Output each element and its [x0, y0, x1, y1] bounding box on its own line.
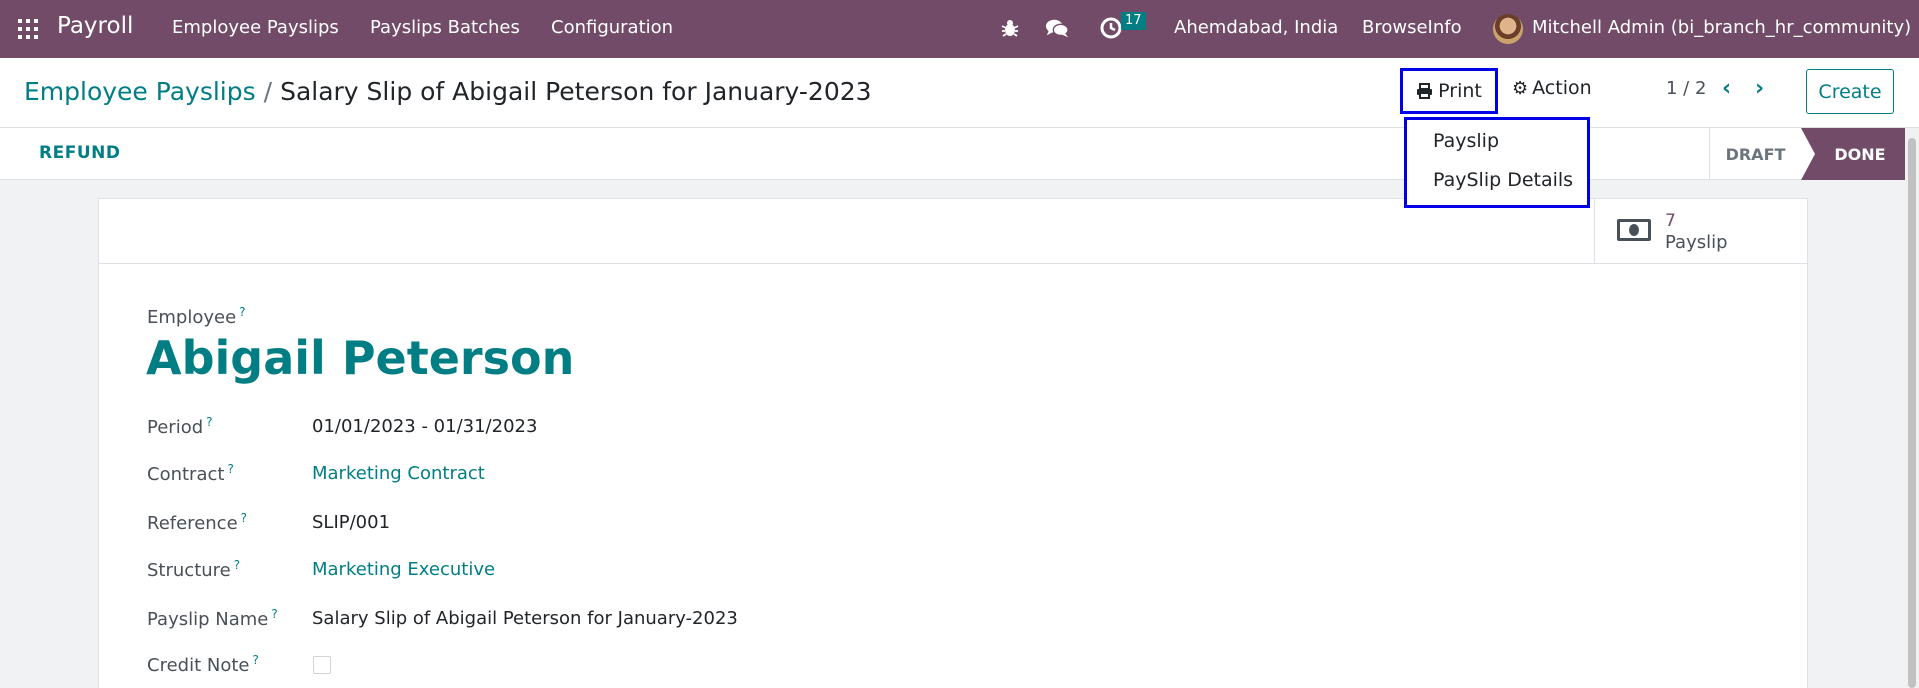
credit-note-label: Credit Note?	[147, 653, 259, 676]
control-panel: Employee Payslips / Salary Slip of Abigail…	[0, 58, 1919, 128]
breadcrumb-separator: /	[263, 77, 273, 106]
breadcrumb: Employee Payslips / Salary Slip of Abigail…	[24, 77, 872, 106]
reference-label: Reference?	[147, 511, 248, 534]
contract-label: Contract?	[147, 462, 234, 485]
employee-name[interactable]: Abigail Peterson	[146, 331, 574, 385]
status-bar: REFUND DRAFT DONE	[0, 128, 1905, 180]
bug-icon[interactable]	[998, 16, 1022, 40]
gear-icon: ⚙	[1512, 77, 1529, 99]
menu-configuration[interactable]: Configuration	[551, 17, 673, 38]
menu-employee-payslips[interactable]: Employee Payslips	[172, 17, 339, 38]
pager-value[interactable]: 1 / 2	[1666, 78, 1706, 99]
clock-icon[interactable]	[1099, 16, 1123, 40]
chevron-right-icon[interactable]: ›	[1755, 76, 1764, 101]
help-icon[interactable]: ?	[227, 462, 233, 476]
user-avatar[interactable]	[1493, 14, 1523, 44]
help-icon[interactable]: ?	[252, 653, 258, 667]
print-menu-item-payslip[interactable]: Payslip	[1433, 130, 1499, 152]
menu-payslips-batches[interactable]: Payslips Batches	[370, 17, 520, 38]
help-icon[interactable]: ?	[234, 558, 240, 572]
print-button[interactable]: Print	[1400, 68, 1498, 114]
chevron-left-icon[interactable]: ‹	[1722, 76, 1731, 101]
print-dropdown-menu: Payslip PaySlip Details	[1404, 117, 1590, 208]
period-value[interactable]: 01/01/2023 - 01/31/2023	[312, 416, 537, 437]
print-menu-item-payslip-details[interactable]: PaySlip Details	[1433, 169, 1573, 191]
help-icon[interactable]: ?	[206, 415, 212, 429]
top-navbar: Payroll Employee Payslips Payslips Batch…	[0, 0, 1919, 58]
payslip-name-label: Payslip Name?	[147, 607, 278, 630]
chat-icon[interactable]	[1045, 16, 1069, 40]
user-menu[interactable]: Mitchell Admin (bi_branch_hr_community)	[1532, 17, 1911, 38]
breadcrumb-parent-link[interactable]: Employee Payslips	[24, 77, 256, 106]
help-icon[interactable]: ?	[239, 305, 245, 319]
action-button-label: Action	[1532, 77, 1592, 99]
scrollbar[interactable]	[1905, 128, 1919, 688]
status-draft[interactable]: DRAFT	[1709, 128, 1801, 180]
form-sheet: 7 Payslip Employee? Abigail Peterson Per…	[98, 198, 1808, 688]
credit-note-checkbox[interactable]	[313, 656, 331, 674]
money-icon	[1617, 219, 1651, 241]
app-name[interactable]: Payroll	[57, 13, 133, 39]
payslip-count: 7	[1665, 211, 1676, 231]
company-switcher[interactable]: Ahemdabad, India	[1174, 17, 1338, 38]
period-label: Period?	[147, 415, 213, 438]
action-button[interactable]: ⚙ Action	[1512, 77, 1592, 99]
employee-label: Employee?	[147, 305, 246, 328]
help-icon[interactable]: ?	[241, 511, 247, 525]
database-name[interactable]: BrowseInfo	[1362, 17, 1462, 38]
contract-link[interactable]: Marketing Contract	[312, 463, 485, 484]
printer-icon	[1417, 83, 1433, 99]
payslip-smart-button[interactable]: 7 Payslip	[1594, 199, 1807, 264]
structure-link[interactable]: Marketing Executive	[312, 559, 495, 580]
payslip-count-label: Payslip	[1665, 232, 1728, 253]
scrollbar-thumb[interactable]	[1908, 138, 1916, 688]
refund-button[interactable]: REFUND	[39, 143, 120, 163]
print-button-label: Print	[1438, 80, 1482, 102]
structure-label: Structure?	[147, 558, 241, 581]
breadcrumb-current: Salary Slip of Abigail Peterson for Janu…	[280, 77, 872, 106]
help-icon[interactable]: ?	[271, 607, 277, 621]
activity-count-badge: 17	[1121, 12, 1146, 30]
status-done[interactable]: DONE	[1801, 128, 1905, 180]
apps-icon[interactable]	[18, 19, 38, 39]
smart-button-box: 7 Payslip	[99, 199, 1807, 264]
create-button[interactable]: Create	[1806, 69, 1894, 114]
payslip-name-value[interactable]: Salary Slip of Abigail Peterson for Janu…	[312, 608, 738, 629]
reference-value[interactable]: SLIP/001	[312, 512, 390, 533]
